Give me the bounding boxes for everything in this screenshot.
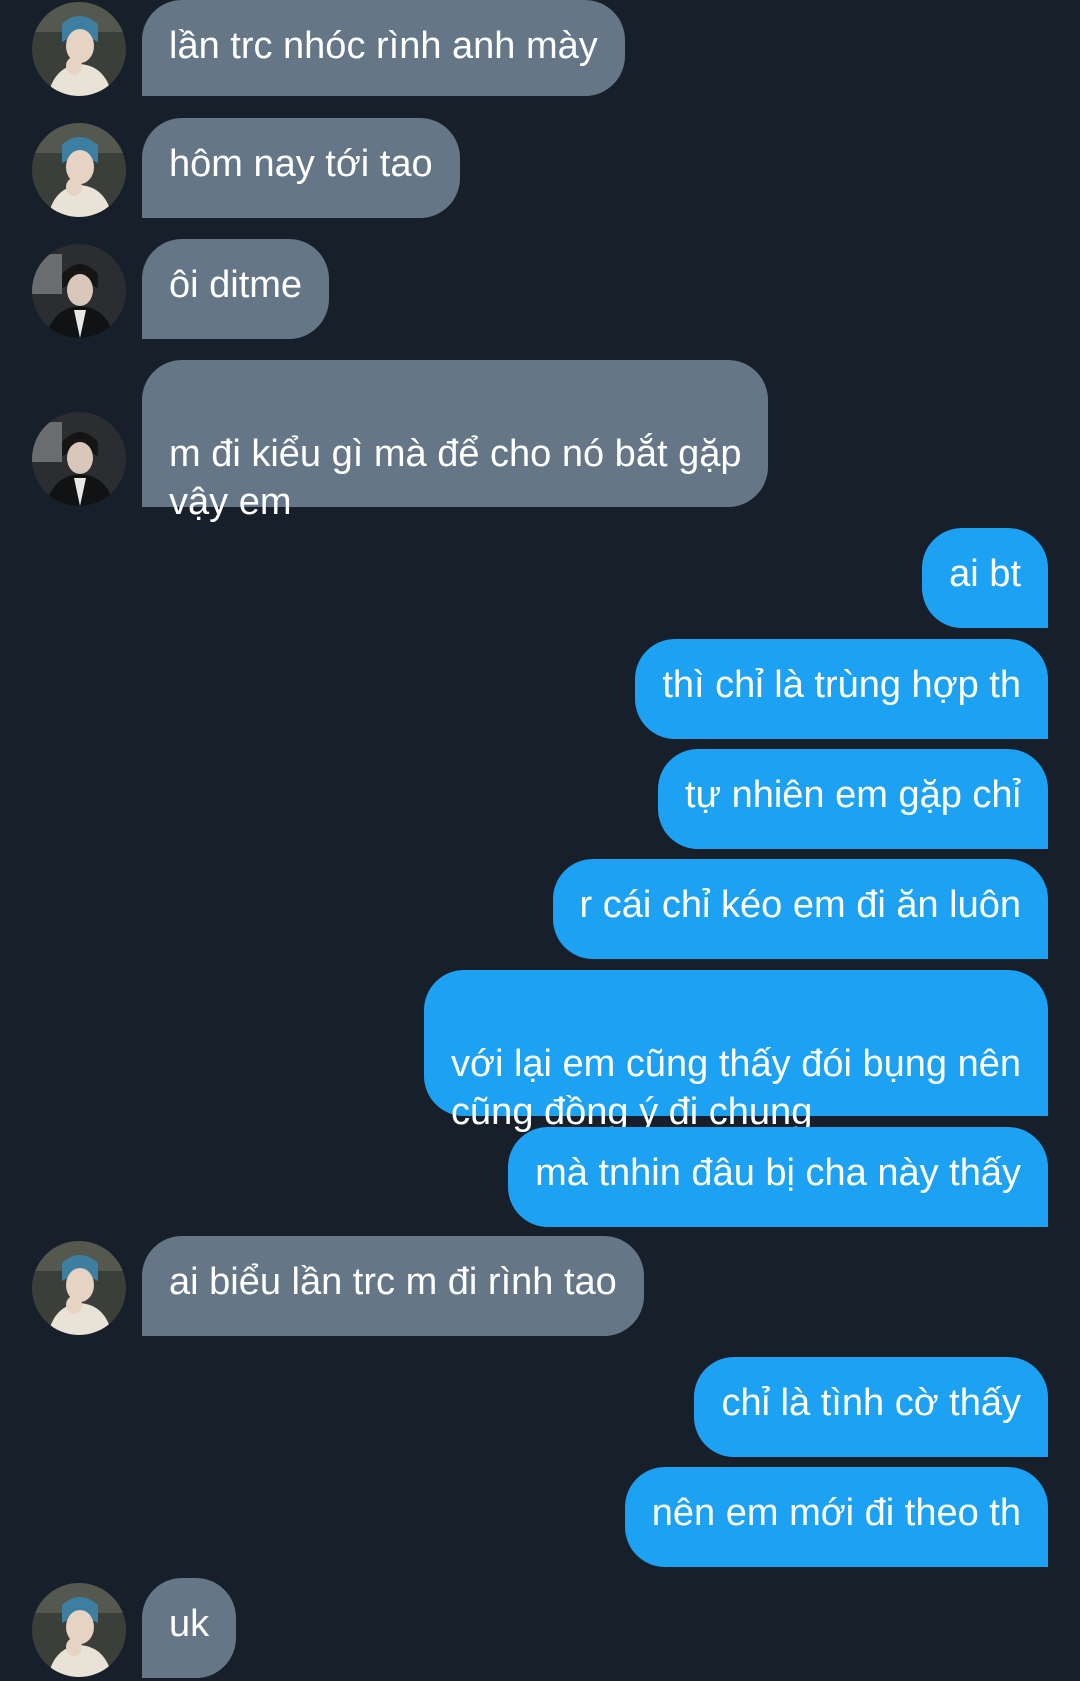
message-bubble-outgoing[interactable]: ai bt xyxy=(922,528,1048,628)
chat-thread[interactable]: lần trc nhóc rình anh mày hôm nay tới ta… xyxy=(0,0,1080,1681)
message-row: tự nhiên em gặp chỉ xyxy=(0,749,1080,849)
message-bubble-incoming[interactable]: ai biểu lần trc m đi rình tao xyxy=(142,1236,644,1336)
message-row: hôm nay tới tao xyxy=(0,118,1080,218)
message-text: m đi kiểu gì mà để cho nó bắt gặp vậy em xyxy=(169,433,742,523)
message-row: mà tnhin đâu bị cha này thấy xyxy=(0,1127,1080,1227)
avatar-blue-hair-icon xyxy=(32,1241,126,1335)
message-bubble-outgoing[interactable]: tự nhiên em gặp chỉ xyxy=(658,749,1048,849)
message-bubble-incoming[interactable]: lần trc nhóc rình anh mày xyxy=(142,0,625,96)
avatar[interactable] xyxy=(32,2,126,96)
avatar[interactable] xyxy=(32,123,126,217)
message-row: ai bt xyxy=(0,528,1080,628)
message-bubble-incoming[interactable]: m đi kiểu gì mà để cho nó bắt gặp vậy em xyxy=(142,360,769,523)
message-bubble-outgoing[interactable]: chỉ là tình cờ thấy xyxy=(694,1357,1048,1457)
message-row: lần trc nhóc rình anh mày xyxy=(0,0,1080,96)
message-bubble-incoming[interactable]: hôm nay tới tao xyxy=(142,118,460,218)
message-text: tự nhiên em gặp chỉ xyxy=(685,774,1021,816)
message-text: uk xyxy=(169,1603,210,1645)
message-row: với lại em cũng thấy đói bụng nên cũng đ… xyxy=(0,970,1080,1133)
message-row: ôi ditme xyxy=(0,239,1080,339)
avatar-blue-hair-icon xyxy=(32,2,126,96)
message-text: ai bt xyxy=(949,553,1021,595)
message-text: với lại em cũng thấy đói bụng nên cũng đ… xyxy=(451,1043,1021,1133)
avatar-dark-jacket-icon xyxy=(32,244,126,338)
message-row: chỉ là tình cờ thấy xyxy=(0,1357,1080,1457)
message-row: thì chỉ là trùng hợp th xyxy=(0,639,1080,739)
message-bubble-outgoing[interactable]: mà tnhin đâu bị cha này thấy xyxy=(508,1127,1048,1227)
message-row: nên em mới đi theo th xyxy=(0,1467,1080,1567)
message-bubble-incoming[interactable]: uk xyxy=(142,1578,237,1678)
message-bubble-outgoing[interactable]: r cái chỉ kéo em đi ăn luôn xyxy=(552,859,1048,959)
avatar[interactable] xyxy=(32,412,126,506)
avatar-blue-hair-icon xyxy=(32,123,126,217)
message-row: uk xyxy=(0,1578,1080,1678)
message-row: m đi kiểu gì mà để cho nó bắt gặp vậy em xyxy=(0,360,1080,523)
avatar[interactable] xyxy=(32,1241,126,1335)
message-text: chỉ là tình cờ thấy xyxy=(721,1382,1021,1424)
message-bubble-outgoing[interactable]: với lại em cũng thấy đói bụng nên cũng đ… xyxy=(424,970,1048,1133)
message-row: r cái chỉ kéo em đi ăn luôn xyxy=(0,859,1080,959)
avatar[interactable] xyxy=(32,244,126,338)
message-row: ai biểu lần trc m đi rình tao xyxy=(0,1236,1080,1336)
message-text: hôm nay tới tao xyxy=(169,143,433,185)
message-bubble-outgoing[interactable]: thì chỉ là trùng hợp th xyxy=(635,639,1048,739)
message-bubble-outgoing[interactable]: nên em mới đi theo th xyxy=(624,1467,1048,1567)
message-text: mà tnhin đâu bị cha này thấy xyxy=(535,1152,1021,1194)
avatar-blue-hair-icon xyxy=(32,1583,126,1677)
message-text: ôi ditme xyxy=(169,264,303,306)
message-text: r cái chỉ kéo em đi ăn luôn xyxy=(579,884,1021,926)
avatar[interactable] xyxy=(32,1583,126,1677)
message-bubble-incoming[interactable]: ôi ditme xyxy=(142,239,330,339)
message-text: nên em mới đi theo th xyxy=(651,1492,1021,1534)
message-text: ai biểu lần trc m đi rình tao xyxy=(169,1261,617,1303)
avatar-dark-jacket-icon xyxy=(32,412,126,506)
message-text: lần trc nhóc rình anh mày xyxy=(169,25,598,67)
message-text: thì chỉ là trùng hợp th xyxy=(662,664,1021,706)
